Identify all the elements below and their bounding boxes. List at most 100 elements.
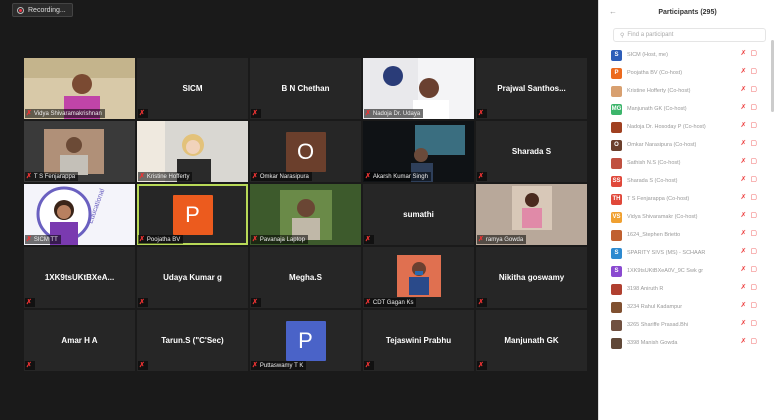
tile-name: SICM TT (33, 236, 58, 243)
mic-muted-icon: ✗ (26, 362, 32, 369)
participant-row[interactable]: 3198 Aniruth R ✗ ▢ (599, 280, 775, 298)
mic-muted-icon: ✗ (740, 176, 747, 183)
avatar: P (611, 67, 622, 79)
mic-muted-icon: ✗ (252, 173, 258, 180)
tile-name: Megha.S (289, 273, 322, 282)
participant-tile[interactable]: ✗ ramya Gowda (476, 184, 587, 245)
avatar: VS (611, 211, 622, 223)
tile-label: ✗ (138, 109, 148, 118)
participant-row[interactable]: TH T S Fenjarappa (Co-host) ✗ ▢ (599, 190, 775, 208)
video-off-icon: ▢ (750, 194, 757, 201)
participant-row[interactable]: S SICM (Host, me) ✗ ▢ (599, 46, 775, 64)
participant-name: Manjunath GK (Co-host) (627, 106, 687, 112)
avatar (611, 301, 622, 313)
participant-tile[interactable]: P ✗ Puttaswamy T K (250, 310, 361, 371)
recording-indicator[interactable]: Recording... (12, 3, 73, 17)
tile-label: ✗ (138, 298, 148, 307)
participant-row[interactable]: Nadoja Dr. Hosoday P (Co-host) ✗ ▢ (599, 118, 775, 136)
participant-tile[interactable]: ✗ Akarsh Kumar Singh (363, 121, 474, 182)
tile-label: ✗ Puttaswamy T K (251, 361, 307, 370)
mic-muted-icon: ✗ (252, 110, 258, 117)
tile-name: B N Chethan (281, 84, 330, 93)
tile-label: ✗ (25, 298, 35, 307)
participant-tile[interactable]: Sharada S ✗ (476, 121, 587, 182)
avatar (611, 283, 622, 295)
video-off-icon: ▢ (750, 248, 757, 255)
participant-row[interactable]: 3265 Shariffe Prasad.Bhi ✗ ▢ (599, 316, 775, 334)
participant-row[interactable]: S 1XK9tsUKtBXeA0V_9C Swk gr ✗ ▢ (599, 262, 775, 280)
video-off-icon: ▢ (750, 176, 757, 183)
tile-name: Amar H A (61, 336, 98, 345)
avatar: S (611, 265, 622, 277)
mic-muted-icon: ✗ (26, 236, 32, 243)
participant-row[interactable]: P Poojatha BV (Co-host) ✗ ▢ (599, 64, 775, 82)
participant-tile[interactable]: Educational ✗ SICM TT (24, 184, 135, 245)
participant-tile[interactable]: 1XK9tsUKtBXeA... ✗ (24, 247, 135, 308)
participant-row[interactable]: O Omkar Narasipura (Co-host) ✗ ▢ (599, 136, 775, 154)
mic-muted-icon: ✗ (740, 320, 747, 327)
tile-label: ✗ (251, 109, 261, 118)
participant-tile[interactable]: Tarun.S ("C'Sec) ✗ (137, 310, 248, 371)
tile-label: ✗ Pavanaja Laptop (251, 235, 308, 244)
video-off-icon: ▢ (750, 50, 757, 57)
mic-muted-icon: ✗ (740, 50, 747, 57)
participant-status: ✗ ▢ (741, 104, 758, 111)
avatar: MG (611, 103, 622, 115)
participant-status: ✗ ▢ (741, 212, 758, 219)
collapse-icon[interactable]: ← (609, 7, 617, 16)
video-off-icon: ▢ (750, 104, 757, 111)
participant-row[interactable]: MG Manjunath GK (Co-host) ✗ ▢ (599, 100, 775, 118)
tile-label: ✗ Vidya Shivaramakrishnan (25, 109, 105, 118)
participant-tile[interactable]: Manjunath GK ✗ (476, 310, 587, 371)
participant-search-input[interactable]: ⚲ Find a participant (613, 28, 766, 42)
tile-name: CDT Gagan Ks (372, 299, 414, 306)
participant-row[interactable]: Sathish N.S (Co-host) ✗ ▢ (599, 154, 775, 172)
tile-label: ✗ Omkar Narasipura (251, 172, 312, 181)
participant-tile[interactable]: ✗ CDT Gagan Ks (363, 247, 474, 308)
participant-tile[interactable]: O ✗ Omkar Narasipura (250, 121, 361, 182)
participant-name: Sharada S (Co-host) (627, 178, 678, 184)
participant-row[interactable]: 3234 Rahul Kadampur ✗ ▢ (599, 298, 775, 316)
participant-tile[interactable]: ✗ Nadoja Dr. Udaya (363, 58, 474, 119)
mic-muted-icon: ✗ (139, 362, 145, 369)
avatar: SS (611, 175, 622, 187)
mic-muted-icon: ✗ (365, 299, 371, 306)
avatar: O (285, 131, 326, 172)
participant-row[interactable]: 1624_Stephen Brietto ✗ ▢ (599, 226, 775, 244)
mic-muted-icon: ✗ (740, 230, 747, 237)
participant-tile[interactable]: Megha.S ✗ (250, 247, 361, 308)
participant-row[interactable]: Kristine Hofferty (Co-host) ✗ ▢ (599, 82, 775, 100)
scrollbar[interactable] (771, 40, 774, 112)
participant-tile[interactable]: B N Chethan ✗ (250, 58, 361, 119)
participant-row[interactable]: S SPARITY SIVS (MS) - SCHAAR ✗ ▢ (599, 244, 775, 262)
participant-tile[interactable]: P ✗ Poojatha BV (137, 184, 248, 245)
gallery-grid: ✗ Vidya Shivaramakrishnan SICM ✗ B N Chethan… (24, 58, 588, 384)
tile-label: ✗ (25, 361, 35, 370)
participant-tile[interactable]: ✗ T S Fenjarappa (24, 121, 135, 182)
participant-tile[interactable]: ✗ Pavanaja Laptop (250, 184, 361, 245)
participant-row[interactable]: SS Sharada S (Co-host) ✗ ▢ (599, 172, 775, 190)
participant-row[interactable]: 3398 Manish Gowda ✗ ▢ (599, 334, 775, 352)
participant-tile[interactable]: sumathi ✗ (363, 184, 474, 245)
mic-muted-icon: ✗ (365, 173, 371, 180)
tile-name: Sharada S (511, 147, 552, 156)
video-off-icon: ▢ (750, 212, 757, 219)
tile-label: ✗ (251, 298, 261, 307)
participant-tile[interactable]: Nikitha goswamy ✗ (476, 247, 587, 308)
participant-name: Nadoja Dr. Hosoday P (Co-host) (627, 124, 706, 130)
search-placeholder: Find a participant (627, 32, 674, 38)
participant-tile[interactable]: Tejaswini Prabhu ✗ (363, 310, 474, 371)
tile-name: Udaya Kumar g (163, 273, 222, 282)
mic-muted-icon: ✗ (478, 110, 484, 117)
tile-label: ✗ SICM TT (25, 235, 61, 244)
mic-muted-icon: ✗ (139, 173, 145, 180)
avatar: TH (611, 193, 622, 205)
participant-tile[interactable]: ✗ Kristine Hofferty (137, 121, 248, 182)
participant-tile[interactable]: SICM ✗ (137, 58, 248, 119)
participant-tile[interactable]: ✗ Vidya Shivaramakrishnan (24, 58, 135, 119)
participant-tile[interactable]: Udaya Kumar g ✗ (137, 247, 248, 308)
participant-row[interactable]: VS Vidya Shivaramakr (Co-host) ✗ ▢ (599, 208, 775, 226)
participant-tile[interactable]: Amar H A ✗ (24, 310, 135, 371)
participant-tile[interactable]: Prajwal Santhos... ✗ (476, 58, 587, 119)
tile-label: ✗ (477, 109, 487, 118)
